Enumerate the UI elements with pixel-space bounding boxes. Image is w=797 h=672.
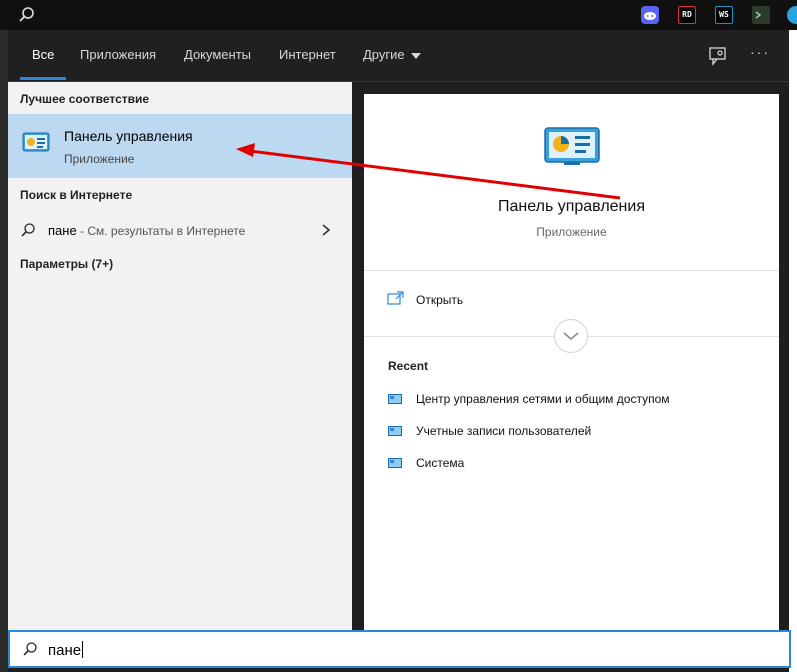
tab-documents[interactable]: Документы xyxy=(184,47,251,62)
web-search-query: пане - См. результаты в Интернете xyxy=(48,223,245,238)
details-pane: Панель управления Приложение Открыть Rec… xyxy=(364,94,779,630)
search-input-value: пане xyxy=(48,642,82,659)
discord-icon[interactable] xyxy=(641,6,659,24)
chevron-down-icon xyxy=(410,52,421,59)
control-panel-icon xyxy=(388,394,402,404)
control-panel-icon xyxy=(388,458,402,468)
background-right xyxy=(789,30,797,672)
text-cursor xyxy=(82,641,84,658)
recent-item-label: Система xyxy=(416,456,465,470)
feedback-icon[interactable] xyxy=(708,46,728,66)
best-match-heading: Лучшее соответствие xyxy=(20,92,150,106)
best-match-name: Панель управления xyxy=(64,128,193,144)
search-input[interactable]: пане xyxy=(48,641,84,659)
search-box[interactable]: пане xyxy=(8,630,791,668)
recent-heading: Recent xyxy=(388,359,429,373)
tab-other-label: Другие xyxy=(363,47,405,62)
chevron-right-icon[interactable] xyxy=(321,223,331,237)
web-search-result[interactable]: пане - См. результаты в Интернете xyxy=(8,213,352,247)
taskbar: RD WS xyxy=(0,0,797,30)
webstorm-icon-label: WS xyxy=(719,10,729,19)
tab-apps[interactable]: Приложения xyxy=(80,47,156,62)
tab-active-indicator xyxy=(20,77,66,80)
search-icon xyxy=(20,222,36,238)
rider-icon[interactable]: RD xyxy=(678,6,696,24)
recent-item-label: Учетные записи пользователей xyxy=(416,424,592,438)
search-icon[interactable] xyxy=(8,0,46,30)
control-panel-icon xyxy=(388,426,402,436)
open-icon[interactable] xyxy=(387,291,404,305)
control-panel-icon xyxy=(22,132,50,154)
terminal-icon[interactable] xyxy=(752,6,770,24)
tab-other[interactable]: Другие xyxy=(363,47,421,62)
recent-item-label: Центр управления сетями и общим доступом xyxy=(416,392,670,406)
control-panel-icon xyxy=(544,127,600,167)
chevron-down-icon xyxy=(563,332,579,340)
web-search-heading: Поиск в Интернете xyxy=(20,188,133,202)
tab-internet[interactable]: Интернет xyxy=(279,47,336,62)
web-query-text: пане xyxy=(48,223,77,238)
details-app-name: Панель управления xyxy=(498,198,645,215)
expand-button[interactable] xyxy=(554,319,588,353)
webstorm-icon[interactable]: WS xyxy=(715,6,733,24)
best-match-subtitle: Приложение xyxy=(64,152,135,166)
details-app-type: Приложение xyxy=(536,225,607,239)
rider-icon-label: RD xyxy=(682,10,692,19)
best-match-result[interactable]: Панель управления Приложение xyxy=(8,114,352,178)
tab-all[interactable]: Все xyxy=(32,47,54,62)
divider xyxy=(364,270,779,271)
settings-heading[interactable]: Параметры (7+) xyxy=(20,257,113,271)
more-options-button[interactable]: ··· xyxy=(750,44,770,60)
search-header: Все Приложения Документы Интернет Другие… xyxy=(8,30,789,82)
search-icon xyxy=(22,641,38,657)
web-query-hint: - См. результаты в Интернете xyxy=(76,224,246,238)
telegram-icon[interactable] xyxy=(787,6,797,24)
background-left xyxy=(0,30,8,672)
results-pane: Лучшее соответствие Панель управления Пр… xyxy=(8,82,352,630)
open-action[interactable]: Открыть xyxy=(416,293,463,307)
